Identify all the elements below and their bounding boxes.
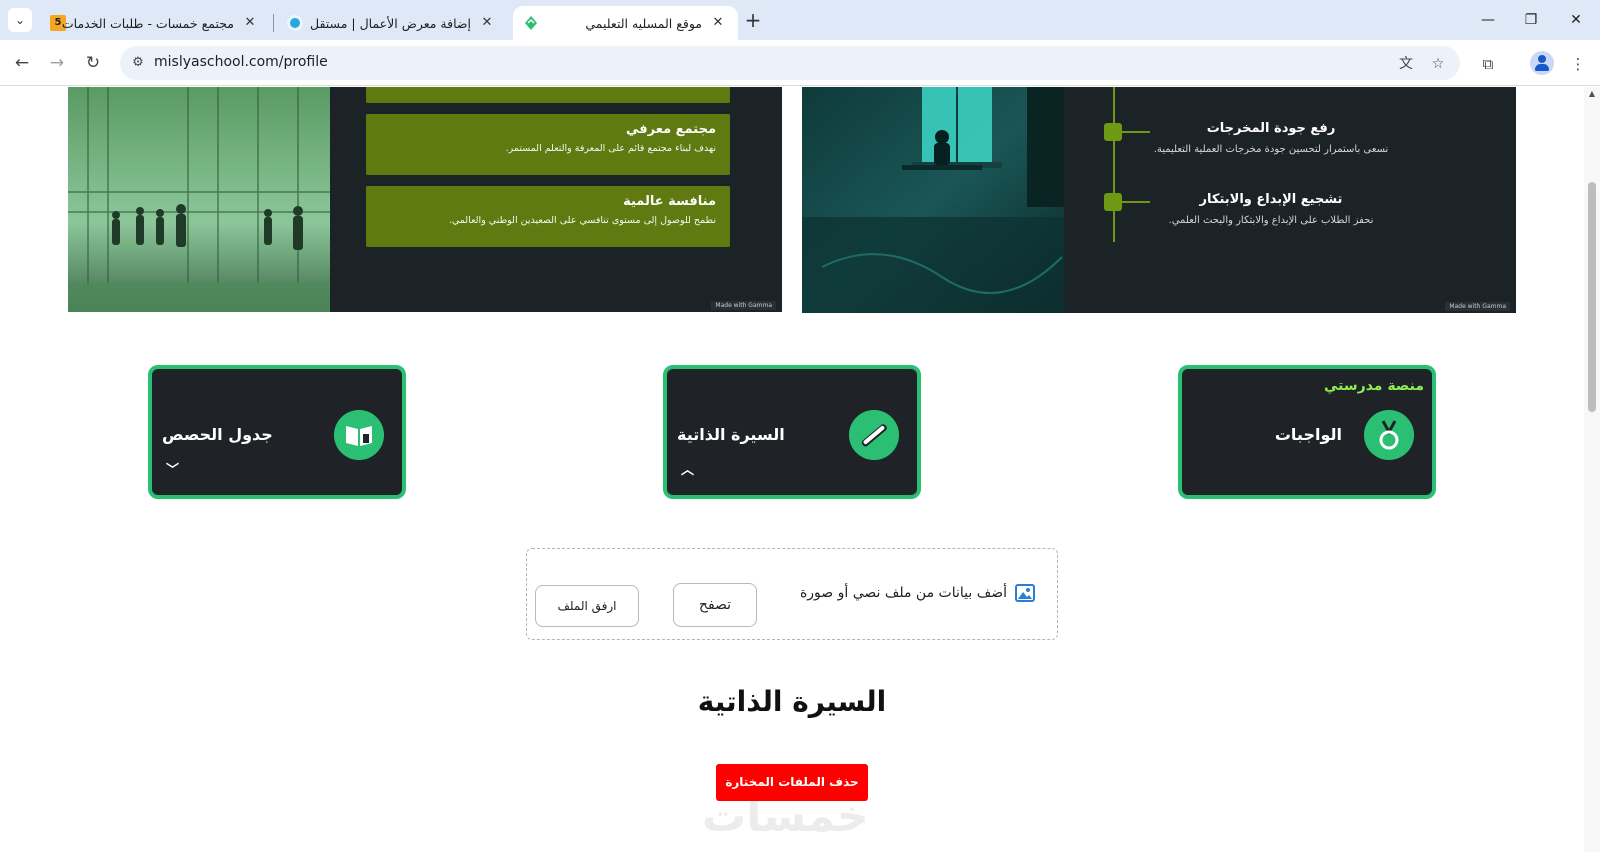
- tab-title: مجتمع خمسات - طلبات الخدمات: [61, 15, 234, 31]
- feature-card-schedule[interactable]: جدول الحصص ﹀: [148, 365, 406, 499]
- feature-label: السيرة الذاتية: [677, 425, 785, 444]
- slide-goals-image: رفع جودة المخرجات نسعى باستمرار لتحسين ج…: [802, 87, 1516, 313]
- card-heading: مجتمع معرفي: [626, 122, 716, 137]
- site-settings-icon[interactable]: ⚙: [128, 53, 148, 73]
- profile-avatar-icon[interactable]: [1530, 51, 1554, 75]
- certificate-scroll-icon: [849, 410, 899, 460]
- scroll-up-arrow-icon[interactable]: ▲: [1587, 89, 1597, 98]
- tab-title: إضافة معرض الأعمال | مستقل: [310, 15, 471, 31]
- made-with-gamma-badge: Made with Gamma: [711, 301, 776, 310]
- mostaql-favicon-icon: [287, 15, 303, 31]
- vision-card-knowledge: مجتمع معرفي نهدف لبناء مجتمع قائم على ال…: [366, 114, 730, 175]
- tab-strip: ⌄ 5 مجتمع خمسات - طلبات الخدمات ✕ إضافة …: [0, 0, 1600, 40]
- page-scrollbar[interactable]: ▲: [1584, 87, 1600, 852]
- close-icon[interactable]: ✕: [240, 13, 260, 33]
- feature-label: جدول الحصص: [162, 425, 273, 444]
- tab-search-chevron-icon[interactable]: ⌄: [8, 8, 32, 32]
- upload-dropzone[interactable]: أضف بيانات من ملف نصي أو صورة تصفح ارفق …: [526, 548, 1058, 640]
- address-bar[interactable]: ⚙ mislyaschool.com/profile 文 ☆: [120, 46, 1460, 80]
- goal-text: نسعى باستمرار لتحسين جودة مخرجات العملية…: [1153, 144, 1389, 155]
- image-file-icon: [1015, 584, 1035, 602]
- page-content: مجتمع معرفي نهدف لبناء مجتمع قائم على ال…: [0, 87, 1584, 852]
- close-icon[interactable]: ✕: [708, 13, 728, 33]
- feature-card-cv[interactable]: السيرة الذاتية ︿: [663, 365, 921, 499]
- close-icon[interactable]: ✕: [477, 13, 497, 33]
- reload-icon[interactable]: ↻: [79, 49, 107, 77]
- tab-title: موقع المسليه التعليمي: [585, 15, 702, 31]
- madrasati-brand-label: منصة مدرستي: [1323, 378, 1424, 394]
- chevron-up-icon[interactable]: ︿: [681, 459, 694, 478]
- attach-file-button[interactable]: ارفق الملف: [535, 585, 639, 627]
- student-room-image: [802, 87, 1064, 313]
- made-with-gamma-badge: Made with Gamma: [1445, 302, 1510, 311]
- book-schedule-icon: [334, 410, 384, 460]
- goal-heading: رفع جودة المخرجات: [1206, 121, 1336, 136]
- leaf-favicon-icon: [525, 16, 537, 30]
- tab-misly-school[interactable]: موقع المسليه التعليمي ✕: [513, 6, 738, 40]
- scrollbar-thumb[interactable]: [1588, 182, 1596, 412]
- browse-button[interactable]: تصفح: [673, 583, 757, 627]
- browser-toolbar: ← → ↻ ⚙ mislyaschool.com/profile 文 ☆ ⧉ ⋮: [0, 40, 1600, 86]
- back-arrow-icon[interactable]: ←: [8, 49, 36, 77]
- card-text: نهدف لبناء مجتمع قائم على المعرفة والتعل…: [505, 143, 716, 154]
- card-heading: منافسة عالمية: [623, 194, 716, 209]
- browser-menu-icon[interactable]: ⋮: [1566, 52, 1590, 76]
- slide-vision-image: مجتمع معرفي نهدف لبناء مجتمع قائم على ال…: [68, 87, 782, 312]
- vision-card-global: منافسة عالمية نطمح للوصول إلى مستوى تناف…: [366, 186, 730, 247]
- window-close-icon[interactable]: ✕: [1561, 8, 1591, 32]
- feature-label: الواجبات: [1274, 425, 1342, 444]
- restore-icon[interactable]: ❐: [1516, 8, 1546, 32]
- goal-heading: تشجيع الإبداع والابتكار: [1199, 192, 1343, 207]
- url-text[interactable]: mislyaschool.com/profile: [154, 54, 328, 70]
- vision-card-partial: [366, 87, 730, 103]
- goal-text: نحفز الطلاب على الإبداع والابتكار والبحث…: [1168, 215, 1374, 226]
- goal-quality: رفع جودة المخرجات نسعى باستمرار لتحسين ج…: [1106, 121, 1436, 155]
- forward-arrow-icon[interactable]: →: [43, 49, 71, 77]
- extensions-puzzle-icon[interactable]: ⧉: [1476, 52, 1500, 76]
- chevron-down-icon[interactable]: ﹀: [166, 459, 179, 478]
- card-text: نطمح للوصول إلى مستوى تنافسي على الصعيدي…: [448, 215, 716, 226]
- new-tab-plus-icon[interactable]: +: [741, 8, 765, 32]
- upload-prompt: أضف بيانات من ملف نصي أو صورة: [799, 585, 1007, 601]
- tab-mostaql[interactable]: إضافة معرض الأعمال | مستقل ✕: [277, 6, 507, 40]
- cv-section-title: السيرة الذاتية: [697, 685, 887, 718]
- medal-icon: [1364, 410, 1414, 460]
- students-walking-image: [68, 87, 330, 312]
- tab-khamsat[interactable]: 5 مجتمع خمسات - طلبات الخدمات ✕: [40, 6, 270, 40]
- tab-separator: [273, 14, 274, 32]
- translate-icon[interactable]: 文: [1396, 54, 1416, 74]
- bookmark-star-icon[interactable]: ☆: [1428, 54, 1448, 74]
- goal-creativity: تشجيع الإبداع والابتكار نحفز الطلاب على …: [1106, 192, 1436, 226]
- feature-card-homework[interactable]: منصة مدرستي الواجبات: [1178, 365, 1436, 499]
- delete-selected-files-button[interactable]: حذف الملفات المختارة: [716, 764, 868, 801]
- minimize-icon[interactable]: —: [1473, 8, 1503, 32]
